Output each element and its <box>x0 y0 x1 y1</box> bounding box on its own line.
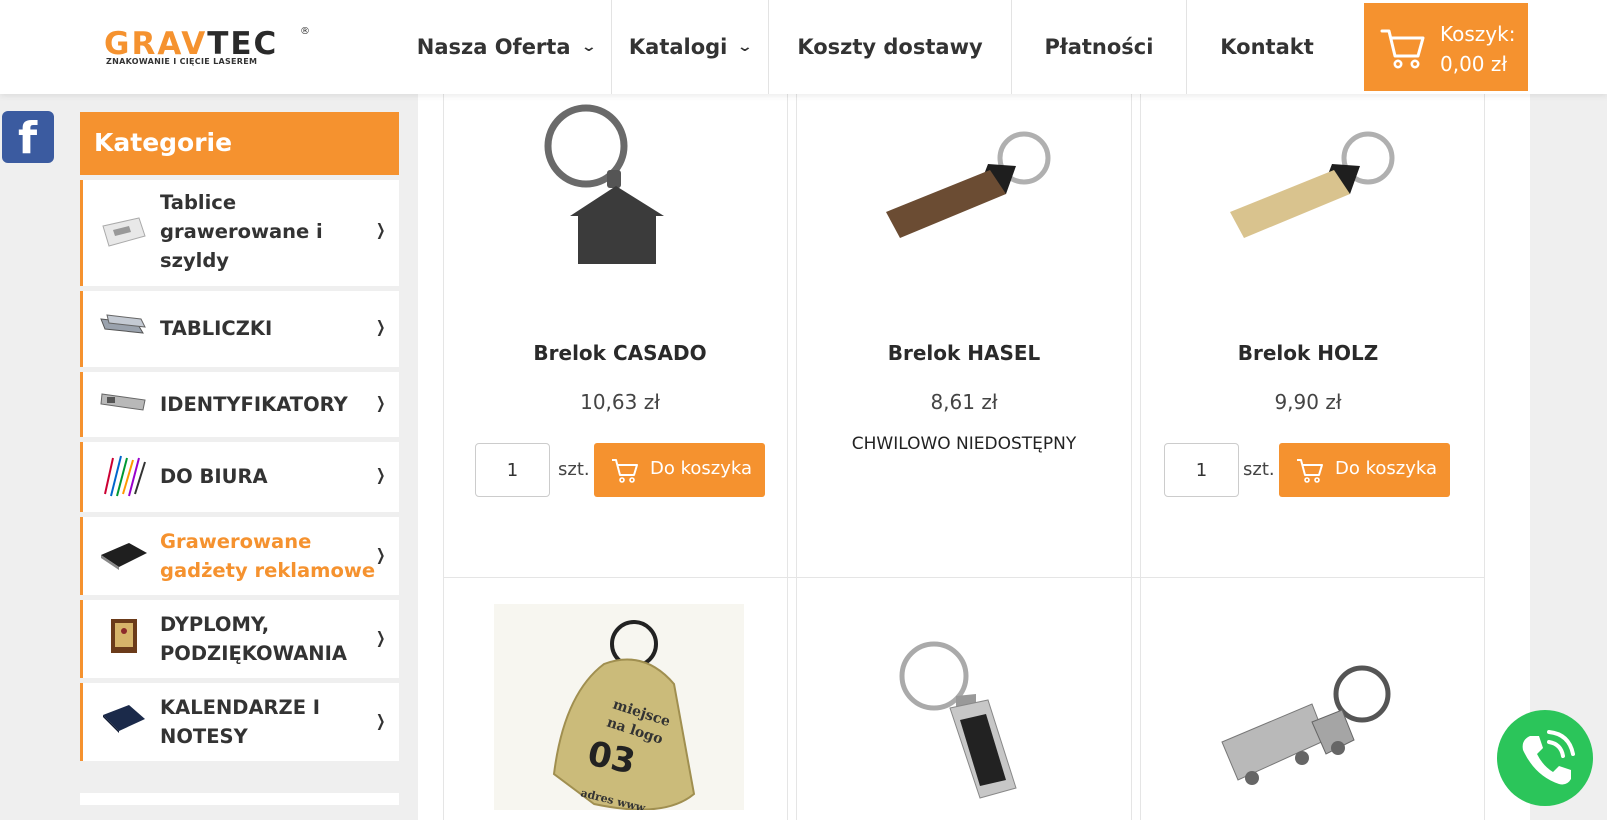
nav-platnosci[interactable]: Płatności <box>1012 0 1187 94</box>
chevron-right-icon: ❯ <box>375 628 385 647</box>
product-price: 10,63 zł <box>580 390 660 414</box>
walnut-keyring-image[interactable] <box>838 94 1088 294</box>
category-label: DYPLOMY, PODZIĘKOWANIA <box>160 613 347 665</box>
diploma-thumb-icon <box>111 619 137 653</box>
product-name[interactable]: Brelok CASADO <box>444 341 796 365</box>
add-to-cart-button[interactable]: Do koszyka <box>594 443 765 497</box>
facebook-icon: f <box>18 113 38 164</box>
category-identyfikatory[interactable]: IDENTYFIKATORY ❯ <box>80 372 399 437</box>
category-label: Tablice grawerowane i szyldy <box>160 191 323 272</box>
cart-icon <box>1380 29 1425 69</box>
chevron-right-icon: ❯ <box>375 220 385 239</box>
category-label: IDENTYFIKATORY <box>160 393 348 416</box>
category-grawerowane-gadzety[interactable]: Grawerowane gadżety reklamowe ❯ <box>80 517 399 595</box>
category-do-biura[interactable]: DO BIURA ❯ <box>80 442 399 512</box>
chevron-right-icon: ❯ <box>375 545 385 564</box>
gravtec-logo[interactable]: GRAVTEC ® ZNAKOWANIE I CIĘCIE LASEREM <box>104 26 314 70</box>
quantity-input[interactable] <box>1164 443 1239 497</box>
quantity-unit: szt. <box>1243 459 1275 480</box>
chevron-right-icon: ❯ <box>375 393 385 412</box>
category-tablice-grawerowane[interactable]: Tablice grawerowane i szyldy ❯ <box>80 180 399 286</box>
product-card <box>787 578 1141 820</box>
add-to-cart-label: Do koszyka <box>650 458 753 479</box>
pens-thumb-icon <box>104 455 146 497</box>
bamboo-keyring-image[interactable] <box>1182 94 1432 294</box>
truck-keyring-image[interactable] <box>1182 632 1432 820</box>
notebook-thumb-icon <box>103 705 145 733</box>
product-card: Brelok HOLZ 9,90 zł szt. Do koszyka <box>1131 94 1485 578</box>
product-listing: Brelok CASADO 10,63 zł szt. Do koszyka B… <box>418 94 1530 820</box>
add-to-cart-label: Do koszyka <box>1335 458 1438 479</box>
call-button[interactable] <box>1497 710 1593 806</box>
category-dyplomy[interactable]: DYPLOMY, PODZIĘKOWANIA ❯ <box>80 600 399 678</box>
category-label: DO BIURA <box>160 465 268 488</box>
cart-icon <box>1297 459 1323 483</box>
product-card <box>1131 578 1485 820</box>
product-name[interactable]: Brelok HOLZ <box>1132 341 1484 365</box>
nav-katalogi[interactable]: Katalogi ⌄ <box>612 0 769 94</box>
chevron-right-icon: ❯ <box>375 317 385 336</box>
cart-icon <box>612 459 638 483</box>
cart-amount: 0,00 zł <box>1440 52 1508 76</box>
product-card: Brelok CASADO 10,63 zł szt. Do koszyka <box>443 94 797 578</box>
chevron-down-icon: ⌄ <box>737 39 754 55</box>
chevron-right-icon: ❯ <box>375 711 385 730</box>
cart-label: Koszyk: <box>1440 22 1516 46</box>
nav-nasza-oferta[interactable]: Nasza Oferta ⌄ <box>400 0 612 94</box>
house-keyring-image[interactable] <box>494 94 744 294</box>
logo-registered-mark: ® <box>300 26 310 37</box>
metal-rectangle-keyring-image[interactable] <box>838 638 1088 820</box>
site-header: GRAVTEC ® ZNAKOWANIE I CIĘCIE LASEREM Na… <box>0 0 1607 94</box>
facebook-button[interactable]: f <box>2 111 54 164</box>
badge-thumb-icon <box>100 393 146 411</box>
quantity-unit: szt. <box>558 459 590 480</box>
nav-koszty-dostawy[interactable]: Koszty dostawy <box>769 0 1012 94</box>
category-kalendarze[interactable]: KALENDARZE I NOTESY ❯ <box>80 683 399 761</box>
product-card: Brelok HASEL 8,61 zł CHWILOWO NIEDOSTĘPN… <box>787 94 1141 578</box>
nav-kontakt[interactable]: Kontakt <box>1187 0 1347 94</box>
product-price: 9,90 zł <box>1274 390 1342 414</box>
category-label: TABLICZKI <box>160 317 273 340</box>
phone-icon <box>1522 730 1575 785</box>
sidebar-title: Kategorie <box>80 112 399 175</box>
small-plates-thumb-icon <box>100 314 146 334</box>
logo-tagline: ZNAKOWANIE I CIĘCIE LASEREM <box>106 57 258 66</box>
category-label: KALENDARZE I NOTESY <box>160 696 321 748</box>
category-next-partial[interactable] <box>80 793 399 805</box>
cart-summary: Koszyk: 0,00 zł <box>1440 19 1515 79</box>
availability-status: CHWILOWO NIEDOSTĘPNY <box>851 434 1077 454</box>
product-name[interactable]: Brelok HASEL <box>788 341 1140 365</box>
category-sidebar: Kategorie Tablice grawerowane i szyldy ❯… <box>80 112 399 805</box>
main-nav: Nasza Oferta ⌄ Katalogi ⌄ Koszty dostawy P… <box>400 0 1347 94</box>
category-label: Grawerowane gadżety reklamowe <box>160 530 376 582</box>
card-holder-thumb-icon <box>101 543 147 570</box>
chevron-right-icon: ❯ <box>375 465 385 484</box>
brass-tag-keyring-image[interactable]: miejsce na logo 03 adres www <box>494 604 744 810</box>
product-card: miejsce na logo 03 adres www <box>443 578 797 820</box>
chevron-down-icon: ⌄ <box>580 39 597 55</box>
category-tabliczki[interactable]: TABLICZKI ❯ <box>80 291 399 367</box>
add-to-cart-button[interactable]: Do koszyka <box>1279 443 1450 497</box>
cart-button[interactable]: Koszyk: 0,00 zł <box>1364 3 1528 91</box>
product-price: 8,61 zł <box>930 390 998 414</box>
plaque-thumb-icon <box>102 217 146 247</box>
quantity-input[interactable] <box>475 443 550 497</box>
